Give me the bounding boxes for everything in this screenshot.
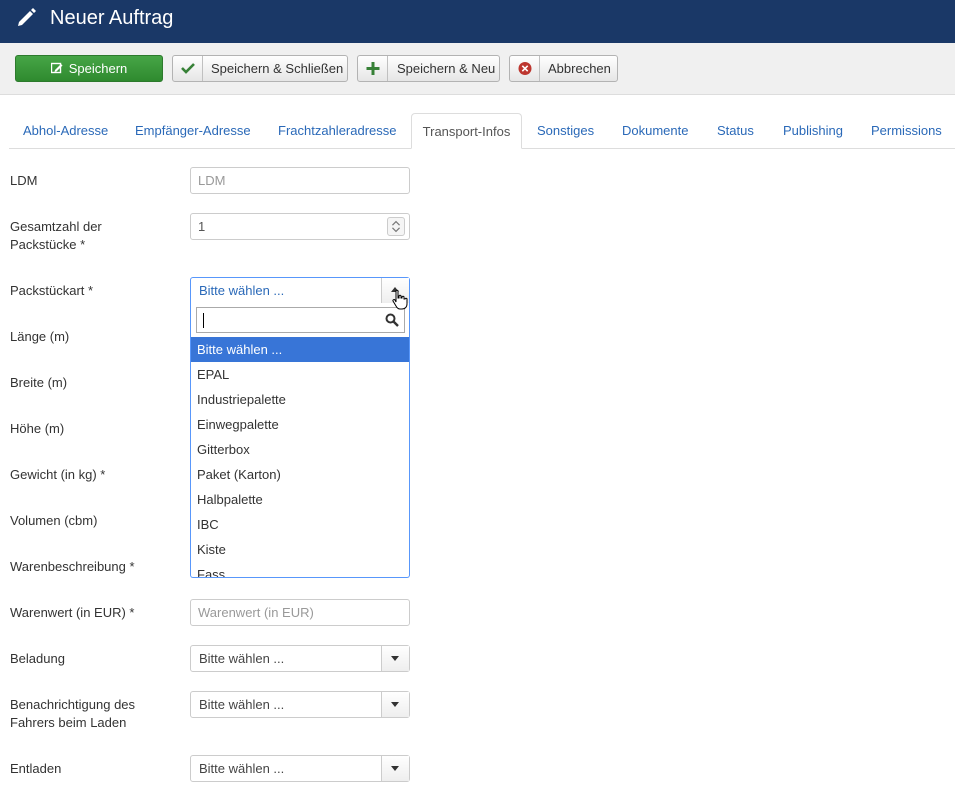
tab-dokumente[interactable]: Dokumente xyxy=(622,113,688,149)
dropdown-option[interactable]: Bitte wählen ... xyxy=(191,337,409,362)
page-title: Neuer Auftrag xyxy=(50,7,174,29)
entladen-label: Entladen xyxy=(10,761,62,776)
dropdown-option[interactable]: EPAL xyxy=(191,362,409,387)
save-new-button[interactable]: Speichern & Neu xyxy=(357,55,500,82)
gewicht-label: Gewicht (in kg) * xyxy=(10,467,106,482)
hand-cursor-icon xyxy=(392,289,408,310)
benachrichtigung-value: Bitte wählen ... xyxy=(199,697,285,712)
cancel-button[interactable]: Abbrechen xyxy=(509,55,618,82)
packstueckart-value: Bitte wählen ... xyxy=(199,283,285,298)
dropdown-option[interactable]: Industriepalette xyxy=(191,387,409,412)
save-label: Speichern xyxy=(68,61,128,76)
beladung-label: Beladung xyxy=(10,651,65,666)
tab-frachtzahleradresse[interactable]: Frachtzahleradresse xyxy=(278,113,397,149)
chevron-down-icon[interactable] xyxy=(381,756,409,781)
save-close-label: Speichern & Schließen xyxy=(211,61,344,76)
gesamtzahl-label-line1: Gesamtzahl der xyxy=(10,219,102,234)
dropdown-option[interactable]: Halbpalette xyxy=(191,487,409,512)
plus-icon xyxy=(366,62,380,75)
dropdown-options: Bitte wählen ... EPAL Industriepalette E… xyxy=(191,337,409,577)
breite-label: Breite (m) xyxy=(10,375,68,390)
dropdown-option[interactable]: Gitterbox xyxy=(191,437,409,462)
pencil-icon xyxy=(18,8,36,26)
volumen-label: Volumen (cbm) xyxy=(10,513,98,528)
ldm-input[interactable]: LDM xyxy=(190,167,410,194)
tab-permissions[interactable]: Permissions xyxy=(871,113,942,149)
number-spinner-icon[interactable] xyxy=(387,217,405,236)
dropdown-option[interactable]: Kiste xyxy=(191,537,409,562)
tab-publishing[interactable]: Publishing xyxy=(783,113,843,149)
warenwert-label: Warenwert (in EUR) * xyxy=(10,605,135,620)
toolbar: Speichern Speichern & Schließen Speicher… xyxy=(0,43,955,95)
laenge-label: Länge (m) xyxy=(10,329,70,344)
hoehe-label: Höhe (m) xyxy=(10,421,65,436)
tab-status[interactable]: Status xyxy=(717,113,754,149)
benachrichtigung-select[interactable]: Bitte wählen ... xyxy=(190,691,410,718)
save-button[interactable]: Speichern xyxy=(15,55,163,82)
gesamtzahl-value: 1 xyxy=(198,219,206,234)
cancel-label: Abbrechen xyxy=(548,61,611,76)
chevron-down-icon[interactable] xyxy=(381,646,409,671)
benachrichtigung-label-line2: Fahrers beim Laden xyxy=(10,715,127,730)
tab-transport-infos[interactable]: Transport-Infos xyxy=(411,113,522,149)
save-new-label: Speichern & Neu xyxy=(397,61,496,76)
warenbeschreibung-label: Warenbeschreibung * xyxy=(10,559,135,574)
beladung-select[interactable]: Bitte wählen ... xyxy=(190,645,410,672)
tab-empfaenger-adresse[interactable]: Empfänger-Adresse xyxy=(135,113,251,149)
dropdown-option[interactable]: Paket (Karton) xyxy=(191,462,409,487)
entladen-value: Bitte wählen ... xyxy=(199,761,285,776)
ldm-label: LDM xyxy=(10,173,38,188)
benachrichtigung-label-line1: Benachrichtigung des xyxy=(10,697,136,712)
cancel-circle-icon xyxy=(518,62,532,75)
tab-bar: Abhol-Adresse Empfänger-Adresse Frachtza… xyxy=(9,113,955,149)
gesamtzahl-input[interactable]: 1 xyxy=(190,213,410,240)
entladen-select[interactable]: Bitte wählen ... xyxy=(190,755,410,782)
check-icon xyxy=(181,63,195,74)
warenwert-input[interactable]: Warenwert (in EUR) xyxy=(190,599,410,626)
edit-icon xyxy=(50,62,63,74)
dropdown-search-input[interactable] xyxy=(196,307,405,333)
beladung-value: Bitte wählen ... xyxy=(199,651,285,666)
packstueckart-select[interactable]: Bitte wählen ... xyxy=(190,277,410,304)
chevron-down-icon[interactable] xyxy=(381,692,409,717)
packstueckart-dropdown: Bitte wählen ... EPAL Industriepalette E… xyxy=(190,303,410,578)
save-close-button[interactable]: Speichern & Schließen xyxy=(172,55,348,82)
gesamtzahl-label-line2: Packstücke * xyxy=(10,237,86,252)
search-icon xyxy=(385,313,399,327)
dropdown-option[interactable]: Einwegpalette xyxy=(191,412,409,437)
packstueckart-label: Packstückart * xyxy=(10,283,94,298)
tab-abhol-adresse[interactable]: Abhol-Adresse xyxy=(23,113,108,149)
tab-sonstiges[interactable]: Sonstiges xyxy=(537,113,594,149)
dropdown-option[interactable]: Fass xyxy=(191,562,409,577)
dropdown-option[interactable]: IBC xyxy=(191,512,409,537)
page-header: Neuer Auftrag xyxy=(0,0,955,43)
